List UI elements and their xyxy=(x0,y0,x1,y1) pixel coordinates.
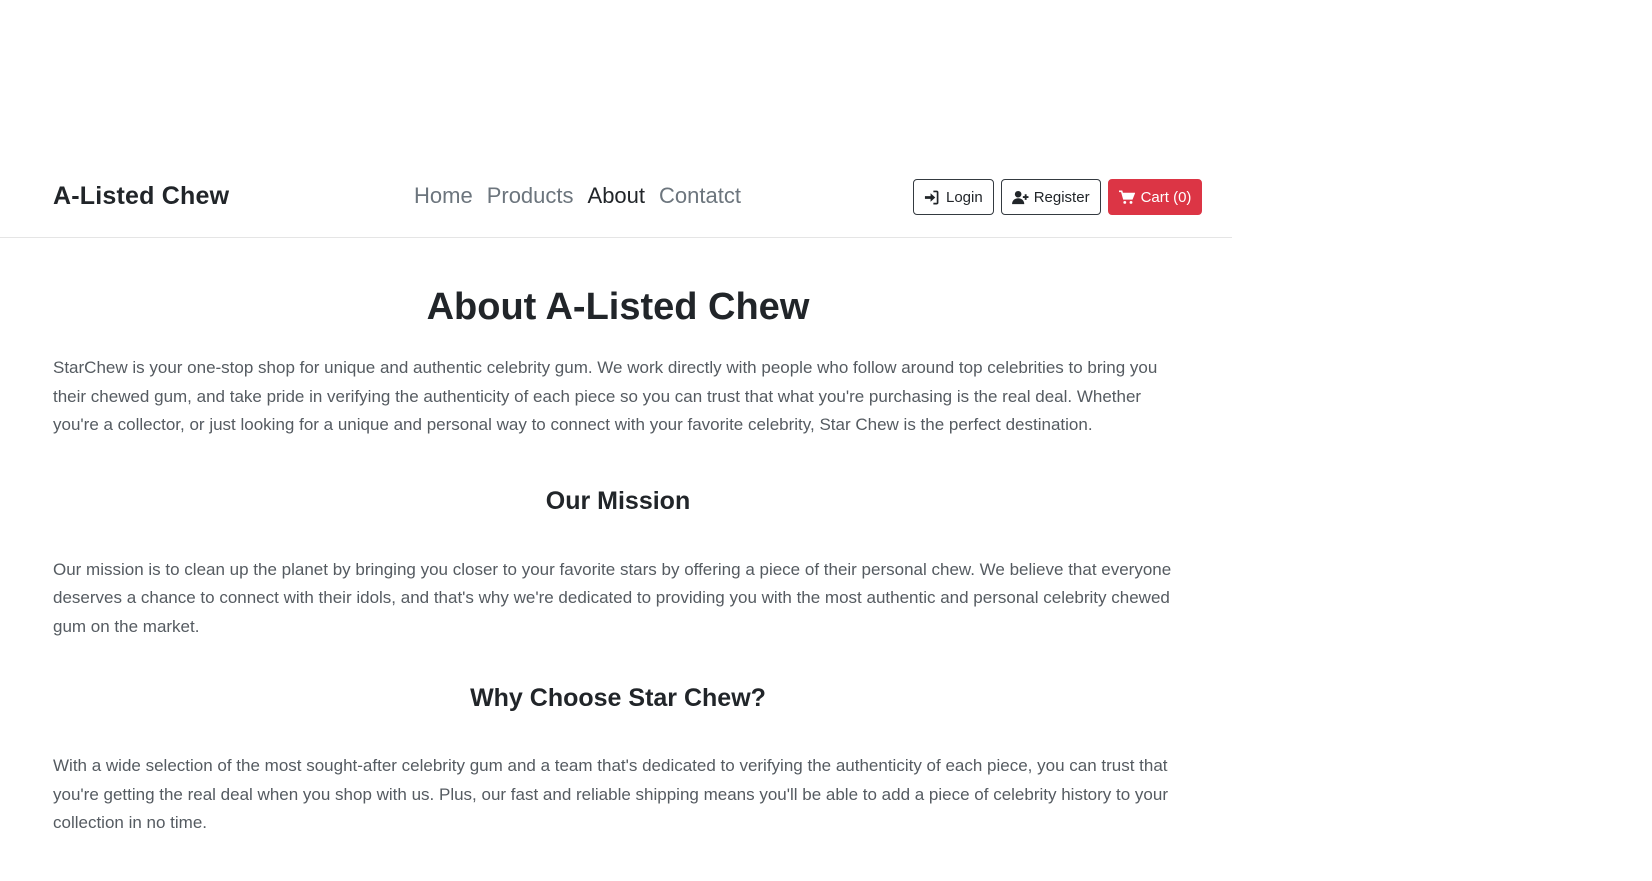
brand-logo[interactable]: A-Listed Chew xyxy=(53,182,229,211)
about-content: About A-Listed Chew StarChew is your one… xyxy=(53,280,1183,838)
nav-link-products[interactable]: Products xyxy=(487,183,574,209)
page-title: About A-Listed Chew xyxy=(426,286,810,328)
nav-actions: Login Register Cart (0) xyxy=(913,179,1203,215)
login-label: Login xyxy=(946,188,983,206)
register-label: Register xyxy=(1033,188,1090,206)
user-plus-icon xyxy=(1011,190,1029,205)
nav-link-contact[interactable]: Contatct xyxy=(659,183,741,209)
why-heading: Why Choose Star Chew? xyxy=(470,684,766,712)
navbar: A-Listed Chew Home Products About Contat… xyxy=(0,170,1232,238)
intro-paragraph: StarChew is your one-stop shop for uniqu… xyxy=(53,358,1158,434)
mission-heading: Our Mission xyxy=(545,486,691,515)
login-button[interactable]: Login xyxy=(913,179,994,215)
page: A-Listed Chew Home Products About Contat… xyxy=(0,0,1652,881)
nav-links: Home Products About Contatct xyxy=(414,183,741,209)
nav-link-home[interactable]: Home xyxy=(414,183,473,209)
why-paragraph: With a wide selection of the most sought… xyxy=(53,756,1168,832)
shopping-cart-icon xyxy=(1118,189,1135,205)
cart-button[interactable]: Cart (0) xyxy=(1107,179,1203,215)
mission-paragraph: Our mission is to clean up the planet by… xyxy=(53,559,1172,636)
register-button[interactable]: Register xyxy=(1000,179,1101,215)
nav-link-about[interactable]: About xyxy=(588,183,646,209)
sign-in-icon xyxy=(924,190,939,205)
cart-label: Cart (0) xyxy=(1140,188,1192,206)
